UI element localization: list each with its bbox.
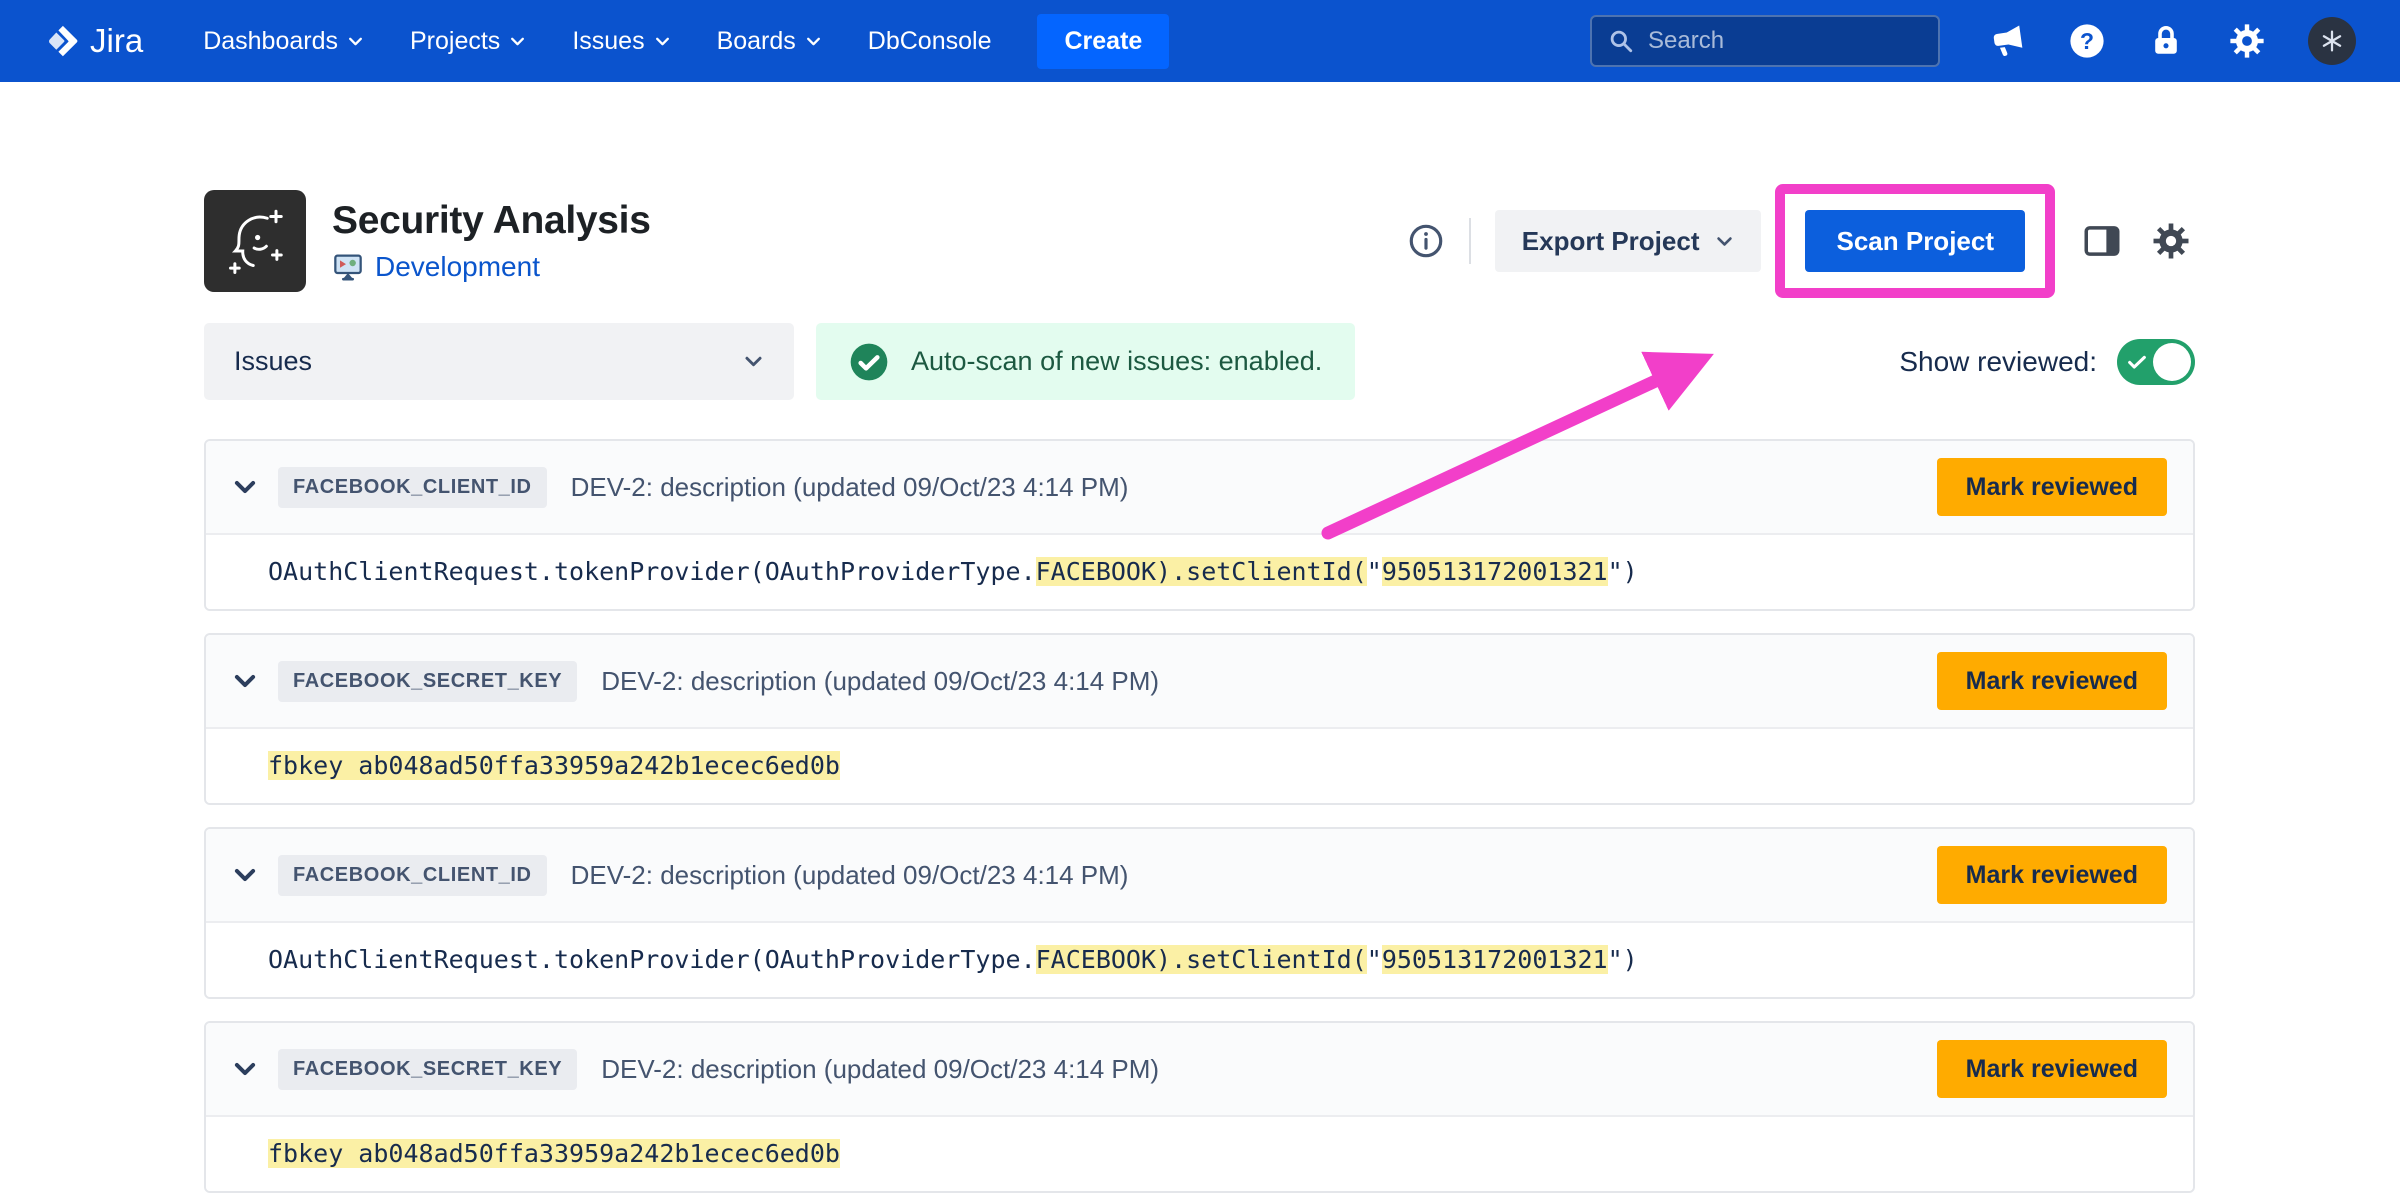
scan-project-button[interactable]: Scan Project — [1805, 210, 2025, 272]
show-reviewed-control: Show reviewed: — [1899, 339, 2195, 385]
issue-card-header[interactable]: FACEBOOK_SECRET_KEY DEV-2: description (… — [206, 635, 2193, 729]
monitor-icon — [332, 251, 364, 283]
issue-card: FACEBOOK_CLIENT_ID DEV-2: description (u… — [204, 439, 2195, 611]
autoscan-status-banner: Auto-scan of new issues: enabled. — [816, 323, 1355, 400]
settings-gear-icon[interactable] — [2228, 22, 2266, 60]
page-title: Security Analysis — [332, 199, 651, 243]
issue-card-header[interactable]: FACEBOOK_SECRET_KEY DEV-2: description (… — [206, 1023, 2193, 1117]
issue-title: DEV-2: description (updated 09/Oct/23 4:… — [601, 666, 1159, 697]
issue-card-body: fbkey ab048ad50ffa33959a242b1ecec6ed0b — [206, 729, 2193, 803]
issue-card-header[interactable]: FACEBOOK_CLIENT_ID DEV-2: description (u… — [206, 441, 2193, 535]
check-circle-icon — [849, 342, 889, 382]
issue-title: DEV-2: description (updated 09/Oct/23 4:… — [571, 860, 1129, 891]
nav-issues[interactable]: Issues — [572, 27, 670, 56]
chevron-down-icon — [347, 33, 364, 50]
secret-type-badge: FACEBOOK_CLIENT_ID — [278, 467, 547, 508]
mark-reviewed-button[interactable]: Mark reviewed — [1937, 652, 2167, 710]
chevron-down-icon — [654, 33, 671, 50]
nav-boards-label: Boards — [717, 27, 796, 56]
nav-dbconsole-label: DbConsole — [868, 27, 992, 56]
help-icon[interactable]: ? — [2068, 22, 2106, 60]
issue-title: DEV-2: description (updated 09/Oct/23 4:… — [571, 472, 1129, 503]
secret-code-line: OAuthClientRequest.tokenProvider(OAuthPr… — [268, 557, 1638, 586]
nav-dashboards[interactable]: Dashboards — [203, 27, 364, 56]
project-link-label: Development — [375, 251, 540, 283]
issue-title: DEV-2: description (updated 09/Oct/23 4:… — [601, 1054, 1159, 1085]
main-content: Security Analysis Development — [0, 82, 2400, 1193]
collapse-chevron-icon[interactable] — [232, 1056, 258, 1082]
divider — [1469, 218, 1471, 264]
info-icon[interactable] — [1407, 222, 1445, 260]
mark-reviewed-button[interactable]: Mark reviewed — [1937, 458, 2167, 516]
jira-logo-icon — [44, 23, 80, 59]
lock-icon[interactable] — [2148, 22, 2186, 60]
secret-code-line: OAuthClientRequest.tokenProvider(OAuthPr… — [268, 945, 1638, 974]
issue-card: FACEBOOK_CLIENT_ID DEV-2: description (u… — [204, 827, 2195, 999]
filter-row: Issues Auto-scan of new issues: enabled.… — [204, 323, 2195, 400]
user-avatar[interactable] — [2308, 17, 2356, 65]
secret-type-badge: FACEBOOK_CLIENT_ID — [278, 855, 547, 896]
mark-reviewed-button[interactable]: Mark reviewed — [1937, 846, 2167, 904]
project-header: Security Analysis Development — [204, 184, 2195, 298]
collapse-chevron-icon[interactable] — [232, 474, 258, 500]
chevron-down-icon — [1715, 232, 1734, 251]
nav-projects-label: Projects — [410, 27, 500, 56]
autoscan-status-text: Auto-scan of new issues: enabled. — [911, 346, 1322, 377]
nav-dashboards-label: Dashboards — [203, 27, 338, 56]
issue-card-body: fbkey ab048ad50ffa33959a242b1ecec6ed0b — [206, 1117, 2193, 1191]
jira-logo[interactable]: Jira — [44, 22, 143, 60]
announcements-megaphone-icon[interactable] — [1986, 20, 2029, 63]
export-project-button[interactable]: Export Project — [1495, 210, 1762, 272]
issues-filter-dropdown[interactable]: Issues — [204, 323, 794, 400]
nav-projects[interactable]: Projects — [410, 27, 526, 56]
project-avatar — [204, 190, 306, 292]
search-input[interactable] — [1646, 26, 1922, 56]
collapse-chevron-icon[interactable] — [232, 862, 258, 888]
chevron-down-icon — [743, 351, 764, 372]
issues-filter-label: Issues — [234, 346, 312, 377]
secret-type-badge: FACEBOOK_SECRET_KEY — [278, 661, 577, 702]
nav-boards[interactable]: Boards — [717, 27, 822, 56]
project-link-development[interactable]: Development — [332, 251, 651, 283]
jira-logo-text: Jira — [90, 22, 143, 60]
show-reviewed-label: Show reviewed: — [1899, 346, 2097, 378]
issue-card: FACEBOOK_SECRET_KEY DEV-2: description (… — [204, 633, 2195, 805]
toggle-knob — [2153, 343, 2191, 381]
export-project-label: Export Project — [1522, 226, 1700, 257]
svg-text:?: ? — [2080, 28, 2094, 54]
check-icon — [2126, 351, 2148, 373]
secret-code-line: fbkey ab048ad50ffa33959a242b1ecec6ed0b — [268, 751, 840, 780]
mark-reviewed-button[interactable]: Mark reviewed — [1937, 1040, 2167, 1098]
nav-issues-label: Issues — [572, 27, 644, 56]
issue-card-body: OAuthClientRequest.tokenProvider(OAuthPr… — [206, 535, 2193, 609]
search-box[interactable] — [1590, 15, 1940, 67]
page-settings-gear-icon[interactable] — [2151, 219, 2195, 263]
secret-type-badge: FACEBOOK_SECRET_KEY — [278, 1049, 577, 1090]
show-reviewed-toggle[interactable] — [2117, 339, 2195, 385]
chevron-down-icon — [805, 33, 822, 50]
secret-code-line: fbkey ab048ad50ffa33959a242b1ecec6ed0b — [268, 1139, 840, 1168]
nav-dbconsole[interactable]: DbConsole — [868, 27, 992, 56]
issue-card-header[interactable]: FACEBOOK_CLIENT_ID DEV-2: description (u… — [206, 829, 2193, 923]
main-nav: Dashboards Projects Issues Boards DbCons… — [203, 27, 991, 56]
details-panel-icon[interactable] — [2081, 219, 2125, 263]
create-button[interactable]: Create — [1037, 14, 1169, 69]
annotation-highlight-box: Scan Project — [1775, 184, 2055, 298]
collapse-chevron-icon[interactable] — [232, 668, 258, 694]
issue-card: FACEBOOK_SECRET_KEY DEV-2: description (… — [204, 1021, 2195, 1193]
issue-card-body: OAuthClientRequest.tokenProvider(OAuthPr… — [206, 923, 2193, 997]
top-navbar: Jira Dashboards Projects Issues Boards — [0, 0, 2400, 82]
chevron-down-icon — [509, 33, 526, 50]
issue-cards-list: FACEBOOK_CLIENT_ID DEV-2: description (u… — [204, 439, 2195, 1193]
search-icon — [1608, 28, 1634, 54]
